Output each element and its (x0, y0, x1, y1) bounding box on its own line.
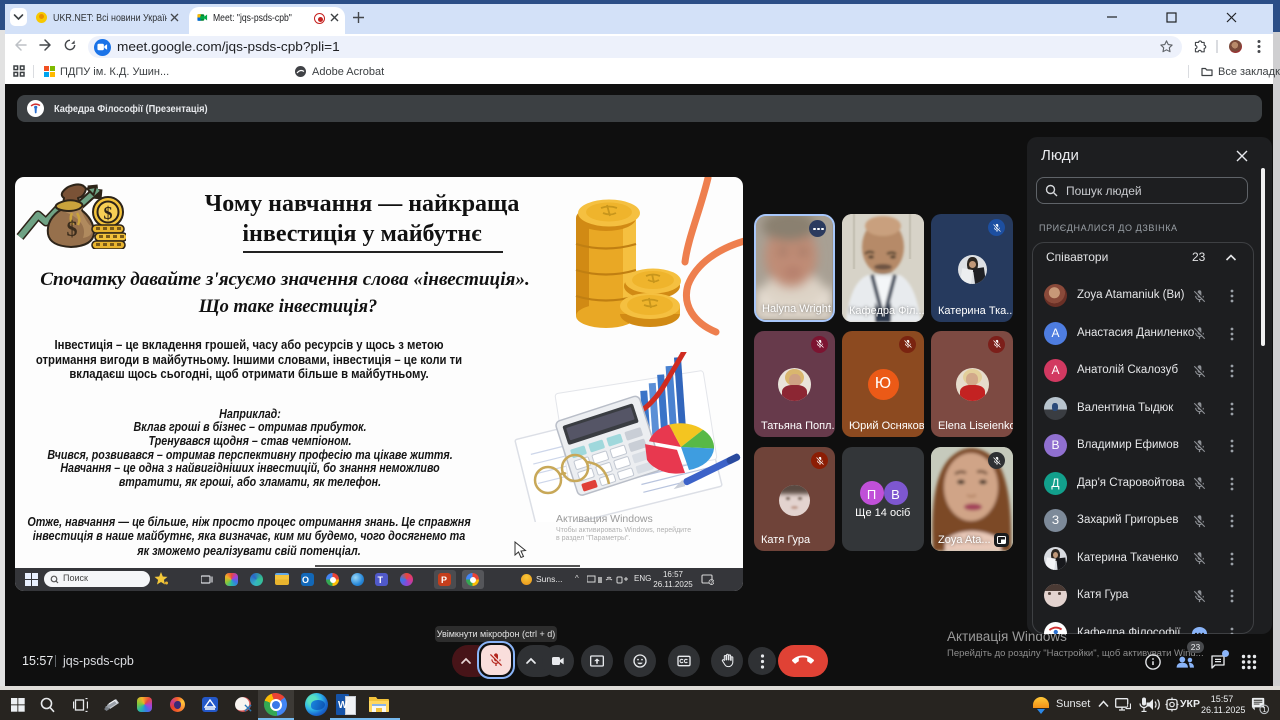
svg-text:$: $ (104, 203, 113, 223)
svg-text:2: 2 (710, 580, 713, 585)
svg-text:$: $ (67, 216, 78, 241)
svg-text:1: 1 (1262, 705, 1266, 714)
